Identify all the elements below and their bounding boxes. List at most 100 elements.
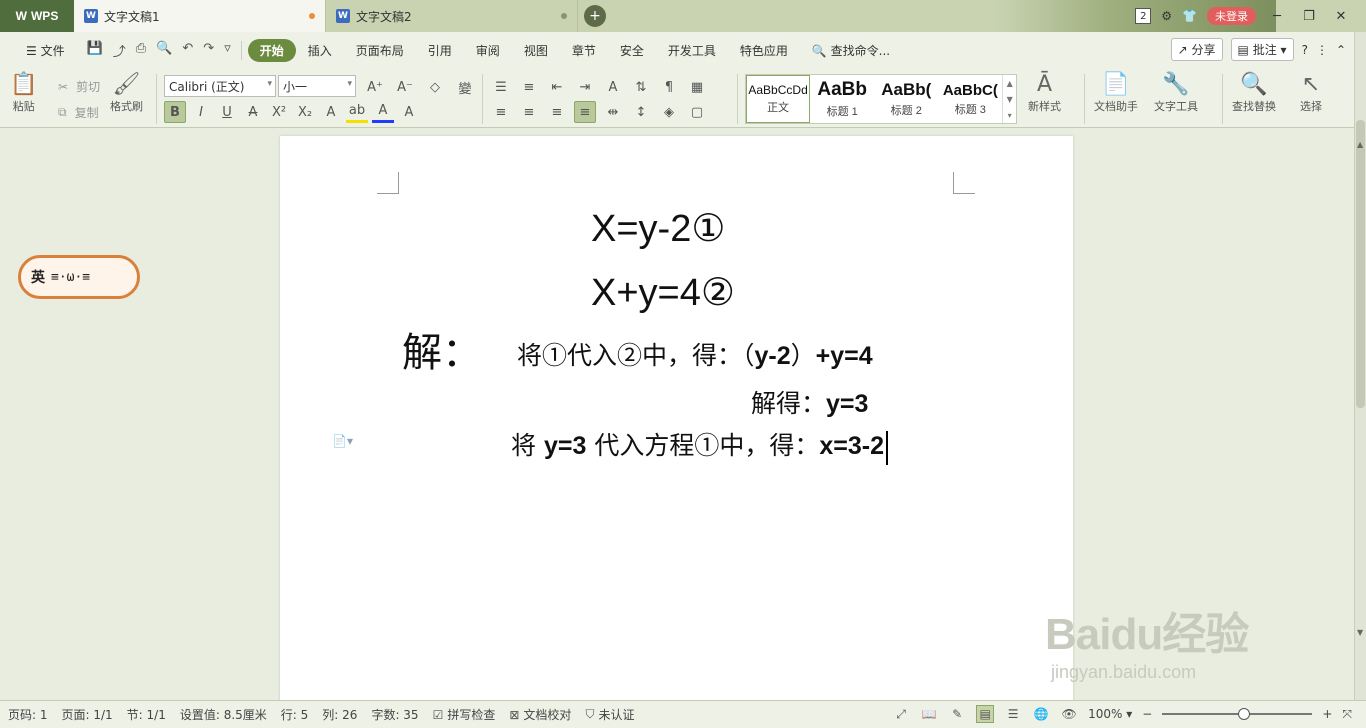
tab-review[interactable]: 审阅 bbox=[464, 42, 512, 59]
certification-button[interactable]: ⛉ 未认证 bbox=[585, 706, 634, 723]
align-right-icon[interactable]: ≡ bbox=[546, 101, 568, 123]
tab-references[interactable]: 引用 bbox=[416, 42, 464, 59]
comment-button[interactable]: ▤ 批注 ▾ bbox=[1230, 38, 1294, 61]
style-heading-3[interactable]: AaBbC( 标题 3 bbox=[938, 75, 1002, 123]
numbering-icon[interactable]: ≡ bbox=[518, 76, 540, 98]
wps-home-tab[interactable]: W WPS bbox=[0, 0, 74, 32]
zoom-out-icon[interactable]: − bbox=[1142, 707, 1152, 721]
zoom-level[interactable]: 100% ▾ bbox=[1088, 707, 1132, 721]
text-tools-button[interactable]: 🔧 文字工具 bbox=[1154, 72, 1198, 114]
subscript-button[interactable]: X₂ bbox=[294, 101, 316, 123]
tab-home[interactable]: 开始 bbox=[247, 38, 296, 62]
vertical-scrollbar[interactable]: ▲ ▼ bbox=[1354, 32, 1366, 700]
file-menu[interactable]: ☰ 文件 bbox=[14, 42, 77, 59]
font-size-select[interactable]: 小一 bbox=[278, 75, 356, 97]
close-icon[interactable]: ✕ bbox=[1330, 9, 1352, 24]
scrollbar-thumb[interactable] bbox=[1356, 120, 1365, 408]
shading-icon[interactable]: ◈ bbox=[658, 101, 680, 123]
spell-check-button[interactable]: ☑ 拼写检查 bbox=[433, 706, 496, 723]
doc-assistant-button[interactable]: 📄 文档助手 bbox=[1094, 72, 1138, 114]
status-page-number[interactable]: 页码: 1 bbox=[8, 706, 48, 723]
scroll-up-icon[interactable]: ▲ bbox=[1357, 140, 1363, 149]
login-button[interactable]: 未登录 bbox=[1207, 7, 1256, 25]
bold-button[interactable]: B bbox=[164, 101, 186, 123]
text-effect-button[interactable]: A bbox=[320, 101, 342, 123]
phonetic-icon[interactable]: 變 bbox=[454, 76, 476, 98]
show-hide-icon[interactable]: ¶ bbox=[658, 76, 680, 98]
align-center-icon[interactable]: ≡ bbox=[518, 101, 540, 123]
close-tab-icon[interactable] bbox=[561, 13, 567, 19]
italic-button[interactable]: I bbox=[190, 101, 212, 123]
web-view-icon[interactable]: 🌐 bbox=[1032, 705, 1050, 723]
status-col[interactable]: 列: 26 bbox=[322, 706, 357, 723]
tab-security[interactable]: 安全 bbox=[608, 42, 656, 59]
superscript-button[interactable]: X² bbox=[268, 101, 290, 123]
doc-proof-button[interactable]: ⊠ 文档校对 bbox=[509, 706, 571, 723]
chevron-up-icon[interactable]: ▲ bbox=[1007, 79, 1013, 88]
bullets-icon[interactable]: ☰ bbox=[490, 76, 512, 98]
save-icon[interactable]: 💾 bbox=[87, 41, 103, 60]
status-section[interactable]: 节: 1/1 bbox=[127, 706, 166, 723]
help-icon[interactable]: ? bbox=[1302, 43, 1308, 57]
page-view-icon[interactable]: ▤ bbox=[976, 705, 995, 723]
copy-button[interactable]: ⧉ 复制 bbox=[58, 104, 99, 121]
edit-mode-icon[interactable]: ✎ bbox=[948, 705, 966, 723]
command-search[interactable]: 🔍 查找命令... bbox=[800, 42, 902, 59]
style-gallery-scroll[interactable]: ▲ ▼ ▾ bbox=[1002, 75, 1016, 123]
restore-icon[interactable]: ❐ bbox=[1298, 9, 1320, 24]
new-style-button[interactable]: Ā 新样式 bbox=[1028, 72, 1061, 114]
minimize-icon[interactable]: ─ bbox=[1266, 9, 1288, 24]
char-shading-button[interactable]: A bbox=[398, 101, 420, 123]
style-normal[interactable]: AaBbCcDd 正文 bbox=[746, 75, 811, 123]
eye-protect-icon[interactable]: 👁 bbox=[1060, 705, 1078, 723]
tab-developer[interactable]: 开发工具 bbox=[656, 42, 728, 59]
print-icon[interactable]: ⎙ bbox=[136, 41, 146, 60]
notification-count-badge[interactable]: 2 bbox=[1135, 8, 1152, 24]
new-tab-button[interactable]: + bbox=[584, 5, 606, 27]
tab-insert[interactable]: 插入 bbox=[296, 42, 344, 59]
highlight-button[interactable]: ab bbox=[346, 101, 368, 123]
tab-document-2[interactable]: W 文字文稿2 bbox=[326, 0, 578, 32]
tab-page-layout[interactable]: 页面布局 bbox=[344, 42, 416, 59]
style-heading-1[interactable]: AaBb 标题 1 bbox=[810, 75, 874, 123]
clear-format-icon[interactable]: ◇ bbox=[424, 76, 446, 98]
tab-chapter[interactable]: 章节 bbox=[560, 42, 608, 59]
format-painter-button[interactable]: 🖌 格式刷 bbox=[110, 72, 143, 114]
strikethrough-button[interactable]: A bbox=[242, 101, 264, 123]
status-word-count[interactable]: 字数: 35 bbox=[371, 706, 418, 723]
tab-document-1[interactable]: W 文字文稿1 bbox=[74, 0, 326, 32]
collapse-ribbon-icon[interactable]: ⌃ bbox=[1336, 43, 1346, 57]
table-border-icon[interactable]: ▦ bbox=[686, 76, 708, 98]
skin-icon[interactable]: ⚙ bbox=[1161, 9, 1172, 23]
cut-button[interactable]: ✂ 剪切 bbox=[58, 78, 100, 95]
tab-special[interactable]: 特色应用 bbox=[728, 42, 800, 59]
customize-icon[interactable]: ▿ bbox=[224, 41, 231, 60]
paste-button[interactable]: 📋 粘贴 bbox=[10, 72, 37, 114]
document-workspace[interactable]: X=y-2① X+y=4② 解： 将①代入②中，得：（y-2）+y=4 解得：y… bbox=[0, 128, 1354, 700]
preview-icon[interactable]: 🔍 bbox=[156, 41, 172, 60]
style-heading-2[interactable]: AaBb( 标题 2 bbox=[874, 75, 938, 123]
borders-icon[interactable]: ▢ bbox=[686, 101, 708, 123]
find-replace-button[interactable]: 🔍 查找替换 bbox=[1232, 72, 1276, 114]
shirt-icon[interactable]: 👕 bbox=[1182, 9, 1197, 23]
redo-icon[interactable]: ↷ bbox=[203, 41, 214, 60]
document-page[interactable]: X=y-2① X+y=4② 解： 将①代入②中，得：（y-2）+y=4 解得：y… bbox=[280, 136, 1073, 700]
decrease-indent-icon[interactable]: ⇤ bbox=[546, 76, 568, 98]
status-pages[interactable]: 页面: 1/1 bbox=[62, 706, 113, 723]
font-name-select[interactable]: Calibri (正文) bbox=[164, 75, 276, 97]
share-button[interactable]: ↗ 分享 bbox=[1170, 38, 1223, 61]
font-color-button[interactable]: A bbox=[372, 101, 394, 123]
line-spacing-icon[interactable]: ↕ bbox=[630, 101, 652, 123]
grow-font-icon[interactable]: A⁺ bbox=[364, 76, 386, 98]
outline-view-icon[interactable]: ☰ bbox=[1004, 705, 1022, 723]
chinese-layout-icon[interactable]: A bbox=[602, 76, 624, 98]
export-icon[interactable]: ⤴ bbox=[113, 41, 126, 60]
fullscreen-icon[interactable]: ⤢ bbox=[892, 705, 910, 723]
distribute-icon[interactable]: ⇹ bbox=[602, 101, 624, 123]
tab-view[interactable]: 视图 bbox=[512, 42, 560, 59]
sort-icon[interactable]: ⇅ bbox=[630, 76, 652, 98]
justify-icon[interactable]: ≡ bbox=[574, 101, 596, 123]
chevron-down-icon[interactable]: ▼ bbox=[1007, 95, 1013, 104]
input-method-float-ball[interactable]: 英 ≡·ω·≡ bbox=[18, 255, 140, 299]
zoom-in-icon[interactable]: + bbox=[1322, 707, 1332, 721]
